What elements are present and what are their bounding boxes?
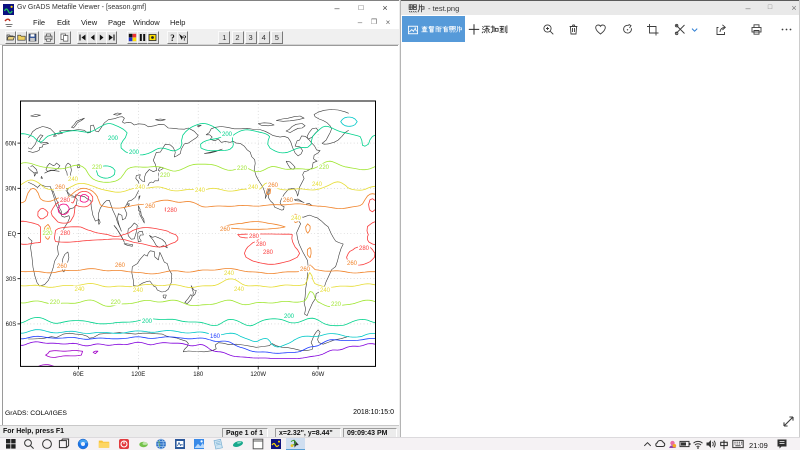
svg-text:240: 240 <box>248 185 259 191</box>
svg-text:260: 260 <box>57 264 68 270</box>
svg-text:280: 280 <box>263 250 274 256</box>
svg-text:200: 200 <box>222 132 233 138</box>
svg-text:240: 240 <box>135 185 146 191</box>
svg-text:240: 240 <box>195 188 206 194</box>
svg-text:240: 240 <box>312 182 323 188</box>
svg-text:260: 260 <box>268 183 279 189</box>
svg-text:240: 240 <box>291 216 302 222</box>
svg-text:120W: 120W <box>250 372 266 378</box>
svg-text:30N: 30N <box>5 187 16 193</box>
svg-text:280: 280 <box>249 234 260 240</box>
svg-text:2018:10:15:0: 2018:10:15:0 <box>353 409 394 416</box>
svg-text:240: 240 <box>224 271 235 277</box>
svg-text:220: 220 <box>237 166 248 172</box>
svg-text:240: 240 <box>133 288 144 294</box>
svg-text:200: 200 <box>108 136 119 142</box>
svg-text:220: 220 <box>331 302 342 308</box>
svg-text:260: 260 <box>55 185 66 191</box>
svg-text:260: 260 <box>347 261 358 267</box>
svg-text:240: 240 <box>68 177 79 183</box>
svg-text:220: 220 <box>111 300 122 306</box>
svg-text:220: 220 <box>92 165 103 171</box>
svg-text:260: 260 <box>220 227 231 233</box>
svg-text:260: 260 <box>283 198 294 204</box>
svg-text:200: 200 <box>284 314 295 320</box>
svg-text:280: 280 <box>60 231 71 237</box>
svg-text:240: 240 <box>74 287 85 293</box>
svg-text:30S: 30S <box>6 277 17 283</box>
svg-text:EQ: EQ <box>8 232 17 238</box>
svg-text:240: 240 <box>234 287 245 293</box>
svg-text:120E: 120E <box>131 372 145 378</box>
svg-text:260: 260 <box>300 267 311 273</box>
svg-text:60E: 60E <box>73 372 84 378</box>
svg-text:280: 280 <box>359 246 370 252</box>
svg-text:160: 160 <box>210 334 221 340</box>
svg-text:220: 220 <box>42 231 53 237</box>
svg-text:280: 280 <box>256 242 267 248</box>
svg-text:GrADS: COLA/IGES: GrADS: COLA/IGES <box>5 410 67 417</box>
svg-text:280: 280 <box>167 208 178 214</box>
svg-text:60W: 60W <box>312 372 325 378</box>
svg-text:200: 200 <box>129 150 140 156</box>
svg-text:220: 220 <box>50 300 61 306</box>
svg-text:280: 280 <box>60 198 71 204</box>
svg-text:180: 180 <box>193 372 204 378</box>
svg-text:60S: 60S <box>6 322 17 328</box>
svg-text:220: 220 <box>319 165 330 171</box>
svg-text:60N: 60N <box>5 141 16 147</box>
svg-text:260: 260 <box>115 263 126 269</box>
svg-text:260: 260 <box>145 204 156 210</box>
svg-text:240: 240 <box>320 288 331 294</box>
svg-text:200: 200 <box>142 319 153 325</box>
svg-text:220: 220 <box>160 173 171 179</box>
